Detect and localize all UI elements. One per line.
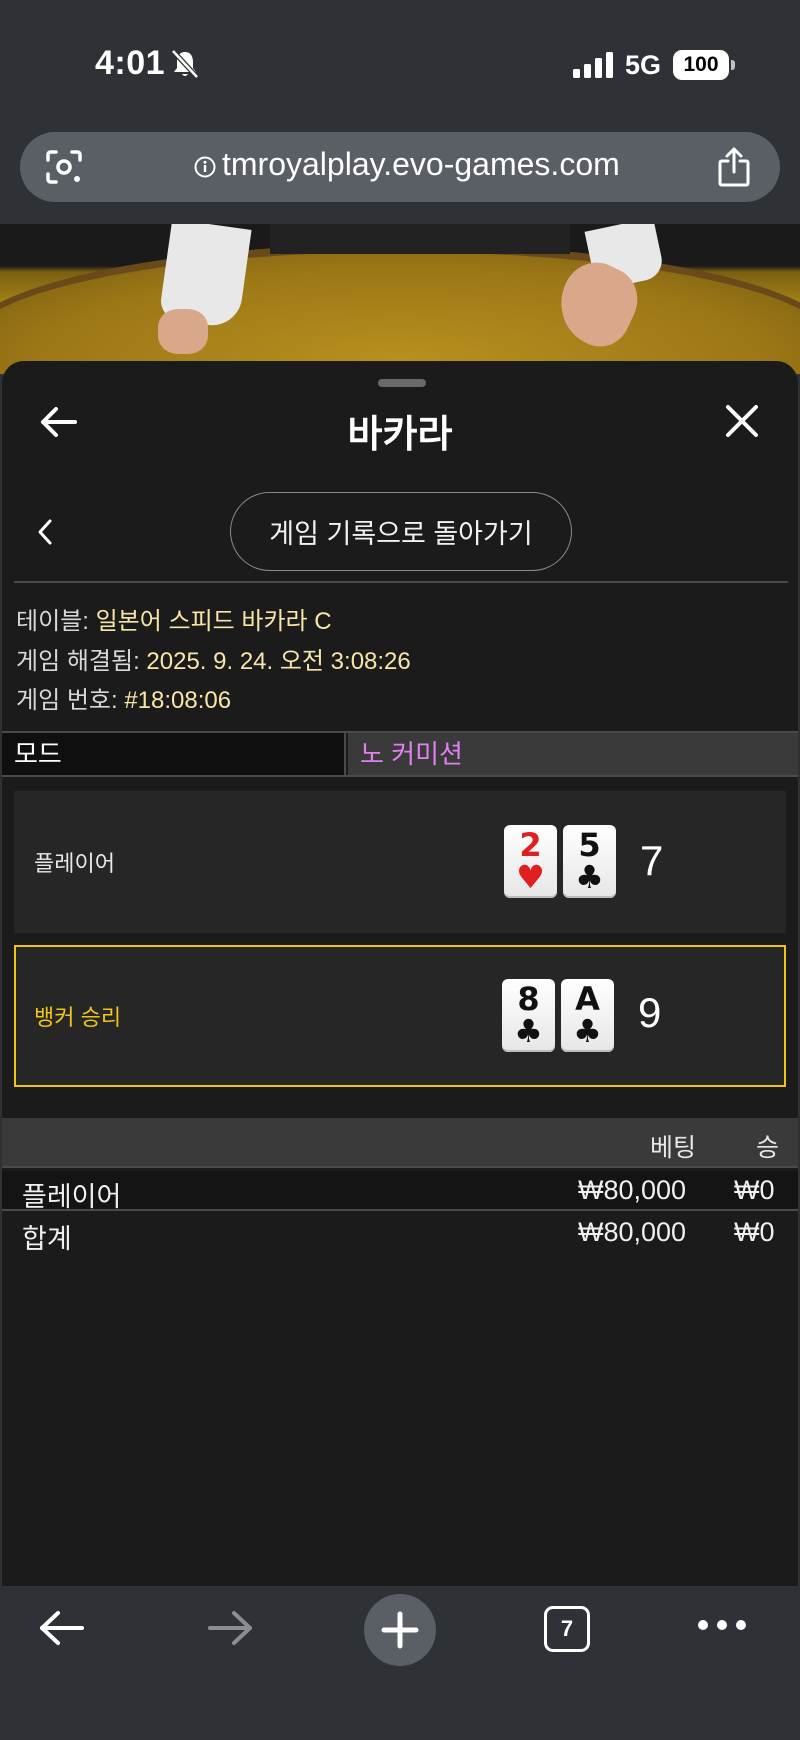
game-history-sheet: 바카라 게임 기록으로 돌아가기 테이블: 일본어 스피드 바카라 C 게임 해… xyxy=(2,361,798,1586)
status-bar: 4:01 5G 100 xyxy=(0,0,800,120)
battery-icon: 100 xyxy=(673,50,729,80)
mode-row: 모드 노 커미션 xyxy=(2,731,798,777)
mode-value: 노 커미션 xyxy=(348,733,798,775)
player-hand-row: 플레이어 2 ♥ 5 ♣ 7 xyxy=(14,791,786,933)
close-icon[interactable] xyxy=(724,403,760,439)
info-round: 게임 번호: #18:08:06 xyxy=(16,680,231,715)
playing-card: 2 ♥ xyxy=(504,825,557,898)
info-resolved: 게임 해결됨: 2025. 9. 24. 오전 3:08:26 xyxy=(16,641,411,676)
info-round-value: #18:08:06 xyxy=(124,687,232,714)
table-row: 플레이어 ₩80,000 ₩0 xyxy=(2,1171,798,1212)
bets-table-header: 베팅 승 xyxy=(2,1118,798,1168)
address-bar[interactable]: tmroyalplay.evo-games.com xyxy=(20,132,780,202)
bet-column-header: 베팅 xyxy=(650,1134,697,1162)
win-amount: ₩0 xyxy=(734,1175,775,1205)
battery-nub xyxy=(731,60,735,70)
lens-icon[interactable] xyxy=(44,148,84,186)
card-rank: A xyxy=(575,980,600,1018)
return-to-history-button[interactable]: 게임 기록으로 돌아가기 xyxy=(230,492,572,571)
bet-amount: ₩80,000 xyxy=(578,1217,687,1247)
info-resolved-label: 게임 해결됨: xyxy=(16,648,147,675)
card-suit-icon: ♣ xyxy=(573,1012,602,1050)
playing-card: A ♣ xyxy=(561,979,614,1052)
playing-card: 8 ♣ xyxy=(502,979,555,1052)
win-column-header: 승 xyxy=(756,1134,780,1162)
dealer-left-hand xyxy=(158,309,208,354)
more-options-icon[interactable] xyxy=(696,1618,748,1632)
dealer-vest xyxy=(270,224,570,254)
chevron-left-icon[interactable] xyxy=(34,517,56,547)
player-score: 7 xyxy=(640,837,664,884)
playing-card: 5 ♣ xyxy=(563,825,616,898)
info-table-label: 테이블: xyxy=(16,608,96,635)
back-icon[interactable] xyxy=(38,1608,86,1648)
card-rank: 2 xyxy=(519,826,542,864)
browser-toolbar: 7 xyxy=(0,1586,800,1740)
new-tab-plus-icon[interactable] xyxy=(364,1594,436,1666)
bet-name: 합계 xyxy=(22,1224,72,1254)
banker-hand-row: 뱅커 승리 8 ♣ A ♣ 9 xyxy=(14,945,786,1087)
card-suit-icon: ♥ xyxy=(516,858,545,896)
bet-amount: ₩80,000 xyxy=(578,1175,687,1205)
baccarat-table-surface xyxy=(0,244,800,374)
banker-score: 9 xyxy=(638,989,662,1036)
card-rank: 5 xyxy=(578,826,601,864)
network-type: 5G xyxy=(625,50,662,80)
card-suit-icon: ♣ xyxy=(575,858,604,896)
signal-icon xyxy=(573,52,613,78)
sheet-drag-handle[interactable] xyxy=(378,379,426,387)
info-icon[interactable] xyxy=(194,156,216,178)
bell-muted-icon xyxy=(171,49,199,79)
card-rank: 8 xyxy=(517,980,540,1018)
mode-label: 모드 xyxy=(2,733,346,775)
win-amount: ₩0 xyxy=(734,1217,775,1247)
banker-hand-label: 뱅커 승리 xyxy=(34,1005,122,1030)
status-time: 4:01 xyxy=(95,44,166,82)
dealer-video xyxy=(0,224,800,374)
tab-switcher-button[interactable]: 7 xyxy=(544,1606,590,1652)
sheet-title: 바카라 xyxy=(347,414,453,456)
url-text[interactable]: tmroyalplay.evo-games.com xyxy=(222,146,620,183)
bet-name: 플레이어 xyxy=(22,1182,122,1212)
share-icon[interactable] xyxy=(716,145,752,189)
info-round-label: 게임 번호: xyxy=(16,687,125,714)
divider xyxy=(14,581,788,583)
info-table-value: 일본어 스피드 바카라 C xyxy=(95,608,332,635)
table-row-total: 합계 ₩80,000 ₩0 xyxy=(2,1213,798,1254)
forward-icon[interactable] xyxy=(206,1608,254,1648)
hands-panel: 플레이어 2 ♥ 5 ♣ 7 뱅커 승리 8 ♣ A ♣ 9 xyxy=(2,779,798,1119)
card-suit-icon: ♣ xyxy=(514,1012,543,1050)
player-hand-label: 플레이어 xyxy=(34,851,115,876)
info-resolved-value: 2025. 9. 24. 오전 3:08:26 xyxy=(146,648,411,675)
info-table: 테이블: 일본어 스피드 바카라 C xyxy=(16,601,332,636)
